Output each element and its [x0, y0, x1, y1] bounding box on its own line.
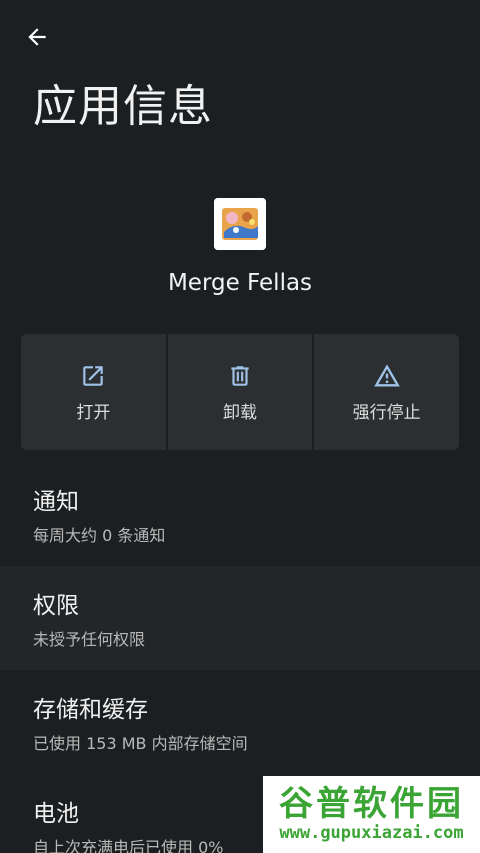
trash-icon — [226, 362, 254, 390]
app-icon — [214, 198, 266, 250]
open-external-icon — [79, 362, 107, 390]
list-item-storage[interactable]: 存储和缓存 已使用 153 MB 内部存储空间 — [0, 670, 480, 774]
list-item-summary: 每周大约 0 条通知 — [33, 526, 166, 545]
list-item-permissions[interactable]: 权限 未授予任何权限 — [0, 566, 480, 670]
watermark-url: www.gupuxiazai.com — [279, 822, 464, 843]
watermark: 谷普软件园 www.gupuxiazai.com — [263, 776, 480, 853]
force-stop-button-label: 强行停止 — [352, 402, 421, 423]
app-info-screen: 应用信息 Merge Fellas 打开 卸载 强行停止 通知 每周大约 0 条… — [0, 0, 480, 853]
uninstall-button[interactable]: 卸载 — [167, 334, 313, 450]
warning-icon — [373, 362, 401, 390]
list-item-title: 权限 — [33, 593, 79, 619]
force-stop-button[interactable]: 强行停止 — [314, 334, 460, 450]
list-item-summary: 未授予任何权限 — [33, 630, 146, 649]
watermark-text: 谷普软件园 — [279, 783, 464, 824]
back-button[interactable] — [20, 22, 54, 56]
open-button[interactable]: 打开 — [21, 334, 166, 450]
uninstall-button-label: 卸载 — [223, 402, 257, 423]
list-item-title: 通知 — [33, 489, 79, 515]
action-buttons: 打开 卸载 强行停止 — [21, 334, 460, 450]
open-button-label: 打开 — [76, 402, 111, 423]
list-item-summary: 已使用 153 MB 内部存储空间 — [33, 734, 248, 753]
list-item-notifications[interactable]: 通知 每周大约 0 条通知 — [0, 462, 480, 566]
list-item-title: 存储和缓存 — [33, 697, 148, 723]
app-name: Merge Fellas — [167, 270, 313, 296]
page-title: 应用信息 — [33, 81, 213, 132]
arrow-back-icon — [24, 24, 50, 54]
